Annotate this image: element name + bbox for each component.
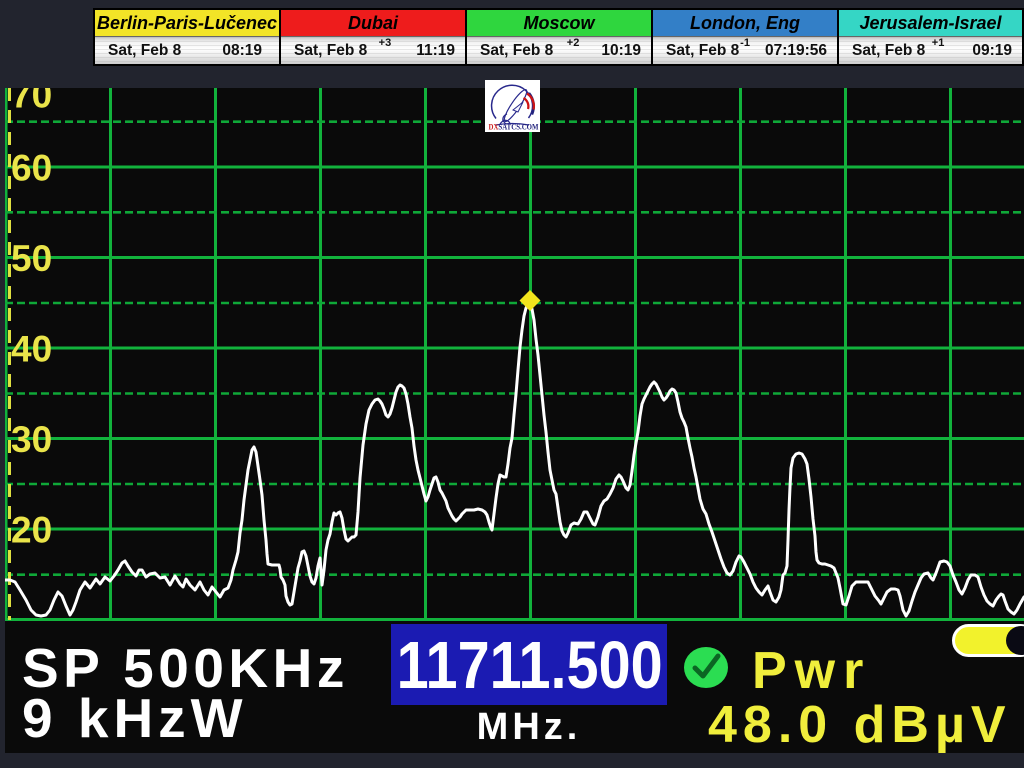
svg-text:20: 20 bbox=[11, 510, 52, 551]
svg-text:DXSATCS.COM: DXSATCS.COM bbox=[489, 122, 540, 132]
svg-text:30: 30 bbox=[11, 419, 52, 460]
svg-text:50: 50 bbox=[11, 238, 52, 279]
svg-text:40: 40 bbox=[11, 329, 52, 370]
svg-text:60: 60 bbox=[11, 148, 52, 189]
svg-text:70: 70 bbox=[11, 88, 52, 116]
